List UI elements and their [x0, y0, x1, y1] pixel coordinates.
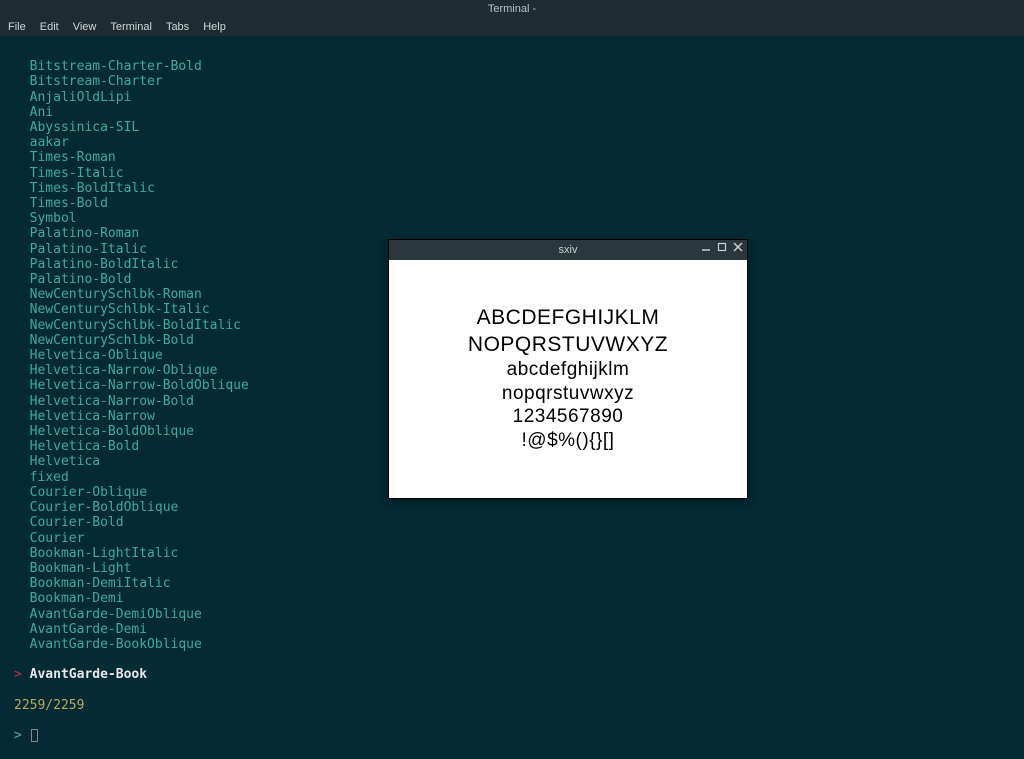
- menu-edit[interactable]: Edit: [40, 21, 59, 33]
- menu-help[interactable]: Help: [203, 21, 226, 33]
- menubar: File Edit View Terminal Tabs Help: [0, 18, 1024, 36]
- font-line: AvantGarde-DemiOblique: [14, 607, 1010, 622]
- preview-line-4: nopqrstuvwxyz: [502, 382, 634, 406]
- sxiv-titlebar[interactable]: sxiv: [389, 240, 747, 260]
- font-line: AvantGarde-BookOblique: [14, 637, 1010, 652]
- font-line: Bookman-LightItalic: [14, 546, 1010, 561]
- font-line: AvantGarde-Demi: [14, 622, 1010, 637]
- window-titlebar: Terminal -: [0, 0, 1024, 18]
- sxiv-preview: ABCDEFGHIJKLM NOPQRSTUVWXYZ abcdefghijkl…: [389, 260, 747, 498]
- font-line: Ani: [14, 105, 1010, 120]
- font-line: Abyssinica-SIL: [14, 120, 1010, 135]
- selected-font-name: AvantGarde-Book: [30, 667, 147, 682]
- sxiv-window[interactable]: sxiv ABCDEFGHIJKLM NOPQRSTUVWXYZ abcdefg…: [388, 239, 748, 499]
- preview-line-1: ABCDEFGHIJKLM: [477, 305, 660, 331]
- cursor: [31, 729, 38, 742]
- font-line: Symbol: [14, 211, 1010, 226]
- maximize-icon[interactable]: [717, 242, 727, 252]
- font-line: Bitstream-Charter-Bold: [14, 59, 1010, 74]
- font-line: AnjaliOldLipi: [14, 90, 1010, 105]
- window-title: Terminal -: [488, 3, 536, 15]
- prompt-symbol: >: [14, 728, 22, 743]
- selected-font-line: > AvantGarde-Book: [14, 667, 1010, 682]
- font-line: Bookman-DemiItalic: [14, 576, 1010, 591]
- menu-terminal[interactable]: Terminal: [110, 21, 152, 33]
- font-line: Bookman-Light: [14, 561, 1010, 576]
- font-line: Times-BoldItalic: [14, 181, 1010, 196]
- menu-file[interactable]: File: [8, 21, 26, 33]
- preview-line-6: !@$%(){}[]: [522, 429, 615, 453]
- font-line: Courier-BoldOblique: [14, 500, 1010, 515]
- preview-line-5: 1234567890: [513, 405, 624, 429]
- minimize-icon[interactable]: [701, 242, 711, 252]
- selection-marker: >: [14, 667, 22, 682]
- font-line: Times-Bold: [14, 196, 1010, 211]
- font-line: Bitstream-Charter: [14, 74, 1010, 89]
- menu-tabs[interactable]: Tabs: [166, 21, 189, 33]
- font-line: Courier-Bold: [14, 515, 1010, 530]
- preview-line-2: NOPQRSTUVWXYZ: [468, 332, 668, 358]
- status-count: 2259/2259: [14, 698, 1010, 713]
- font-line: Bookman-Demi: [14, 591, 1010, 606]
- menu-view[interactable]: View: [73, 21, 97, 33]
- sxiv-title: sxiv: [389, 244, 747, 256]
- preview-line-3: abcdefghijklm: [507, 358, 630, 382]
- close-icon[interactable]: [733, 242, 743, 252]
- font-line: Courier: [14, 531, 1010, 546]
- prompt-line[interactable]: >: [14, 728, 1010, 743]
- font-line: Times-Italic: [14, 166, 1010, 181]
- font-line: aakar: [14, 135, 1010, 150]
- font-line: Times-Roman: [14, 150, 1010, 165]
